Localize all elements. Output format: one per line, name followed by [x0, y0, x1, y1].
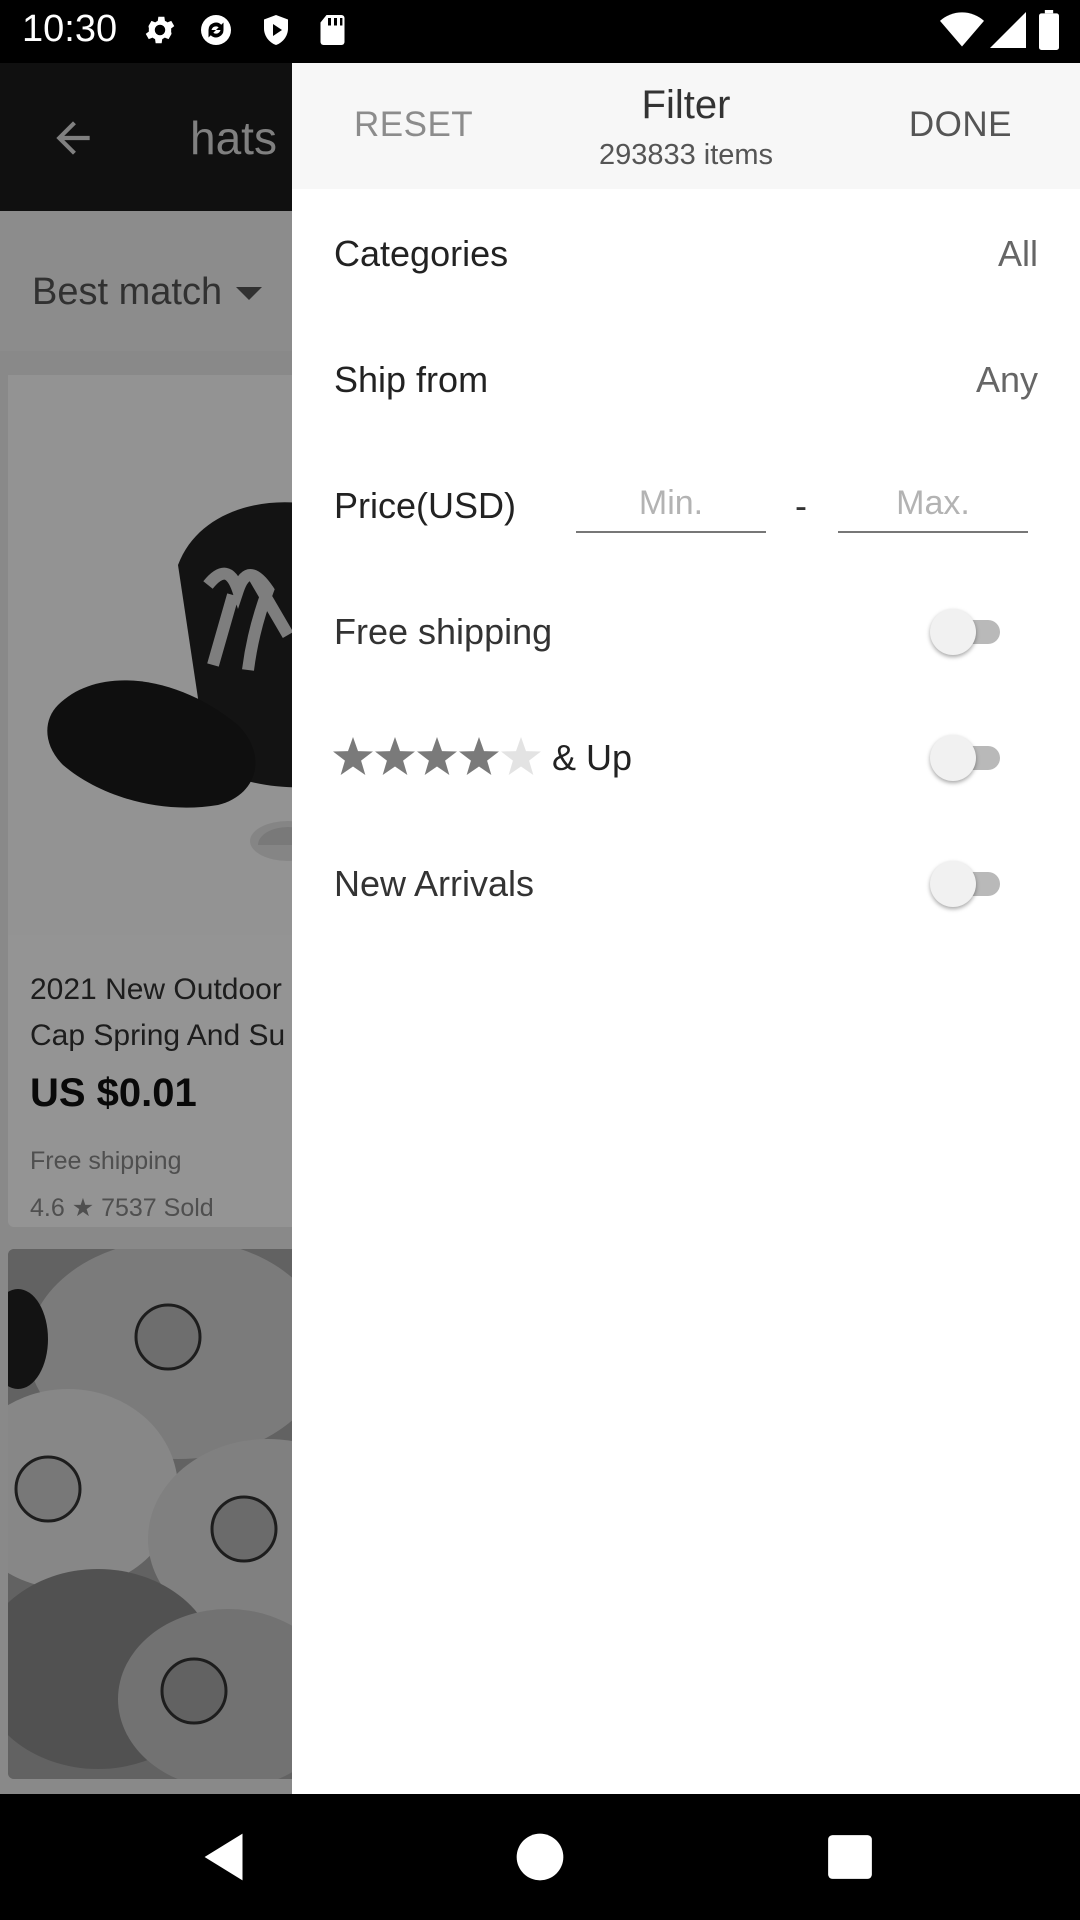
shield-play-icon	[264, 15, 288, 45]
filter-header: RESET Filter 293833 items DONE	[292, 63, 1080, 189]
ship-from-row[interactable]: Ship from Any	[292, 315, 1080, 441]
ship-from-value: Any	[975, 359, 1038, 400]
toggle-thumb	[930, 861, 976, 907]
battery-icon	[1039, 10, 1059, 50]
filter-drawer: RESET Filter 293833 items DONE Categorie…	[292, 63, 1080, 1794]
price-label: Price(USD)	[334, 485, 517, 526]
settings-icon	[145, 16, 175, 44]
free-shipping-label: Free shipping	[334, 611, 553, 652]
nav-back-icon[interactable]	[190, 1822, 260, 1892]
rating-stars	[333, 737, 541, 775]
price-min-input[interactable]	[576, 475, 766, 533]
categories-row[interactable]: Categories All	[292, 189, 1080, 315]
screen: 10:30 hats Best match 2021 New Outdoor C…	[0, 0, 1080, 1920]
new-arrivals-row: New Arrivals	[292, 819, 1080, 945]
sd-card-icon	[320, 15, 345, 45]
star-empty-icon	[501, 737, 541, 775]
categories-value: All	[997, 233, 1038, 274]
star-filled-icon	[333, 737, 373, 775]
free-shipping-row: Free shipping	[292, 567, 1080, 693]
price-row: Price(USD) -	[292, 441, 1080, 567]
ship-from-label: Ship from	[334, 359, 489, 400]
star-filled-icon	[375, 737, 415, 775]
price-max-input[interactable]	[838, 475, 1028, 533]
nav-home-icon[interactable]	[505, 1822, 575, 1892]
navigation-bar	[0, 1794, 1080, 1920]
star-filled-icon	[459, 737, 499, 775]
price-separator: -	[795, 485, 807, 526]
wifi-icon	[940, 12, 984, 47]
new-arrivals-toggle[interactable]	[930, 861, 1008, 907]
categories-label: Categories	[334, 233, 509, 274]
status-bar: 10:30	[0, 0, 1080, 63]
toggle-thumb	[930, 735, 976, 781]
new-arrivals-label: New Arrivals	[334, 863, 535, 904]
rating-and-up-label: & Up	[552, 737, 633, 778]
star-filled-icon	[417, 737, 457, 775]
rating-filter-toggle[interactable]	[930, 735, 1008, 781]
done-button[interactable]: DONE	[909, 105, 1012, 145]
toggle-thumb	[930, 609, 976, 655]
cellular-icon	[990, 12, 1026, 48]
nav-recents-icon[interactable]	[815, 1822, 885, 1892]
rating-filter-row: & Up	[292, 693, 1080, 819]
free-shipping-toggle[interactable]	[930, 609, 1008, 655]
status-time: 10:30	[22, 8, 118, 50]
sync-icon	[201, 15, 231, 45]
